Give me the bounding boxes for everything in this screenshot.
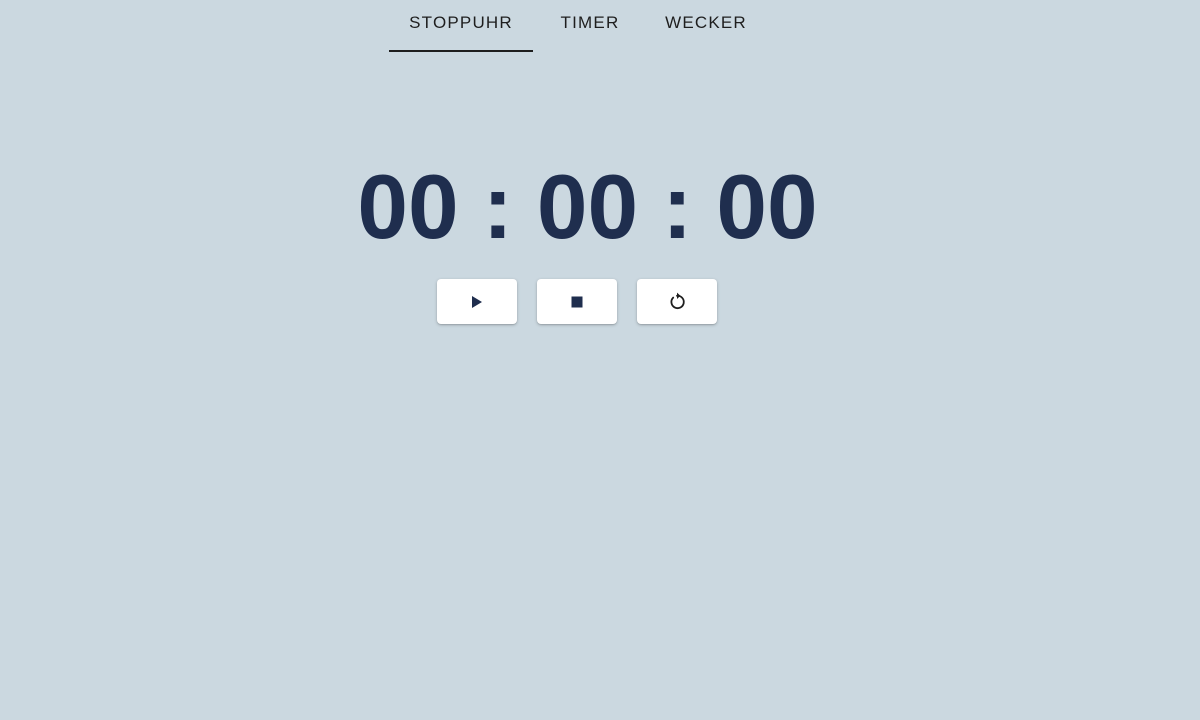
clock-seconds: 00 xyxy=(716,157,818,258)
tab-wecker[interactable]: WECKER xyxy=(647,0,765,52)
reset-icon xyxy=(670,292,685,309)
start-button[interactable] xyxy=(437,279,517,324)
stop-button[interactable] xyxy=(537,279,617,324)
tab-bar: STOPPUHR TIMER WECKER xyxy=(389,0,765,52)
tab-timer[interactable]: TIMER xyxy=(533,0,647,52)
play-icon xyxy=(472,295,482,308)
clock-minutes: 00 xyxy=(536,157,639,258)
clock-separator: : xyxy=(482,157,513,258)
reset-button[interactable] xyxy=(637,279,717,324)
stopwatch-display: 00 : 00 : 00 xyxy=(0,158,1200,258)
stop-icon xyxy=(571,296,583,307)
clock-hours: 00 xyxy=(357,157,459,258)
stopwatch-controls xyxy=(437,279,717,324)
clock-separator: : xyxy=(662,157,693,258)
tab-stoppuhr[interactable]: STOPPUHR xyxy=(389,0,533,52)
